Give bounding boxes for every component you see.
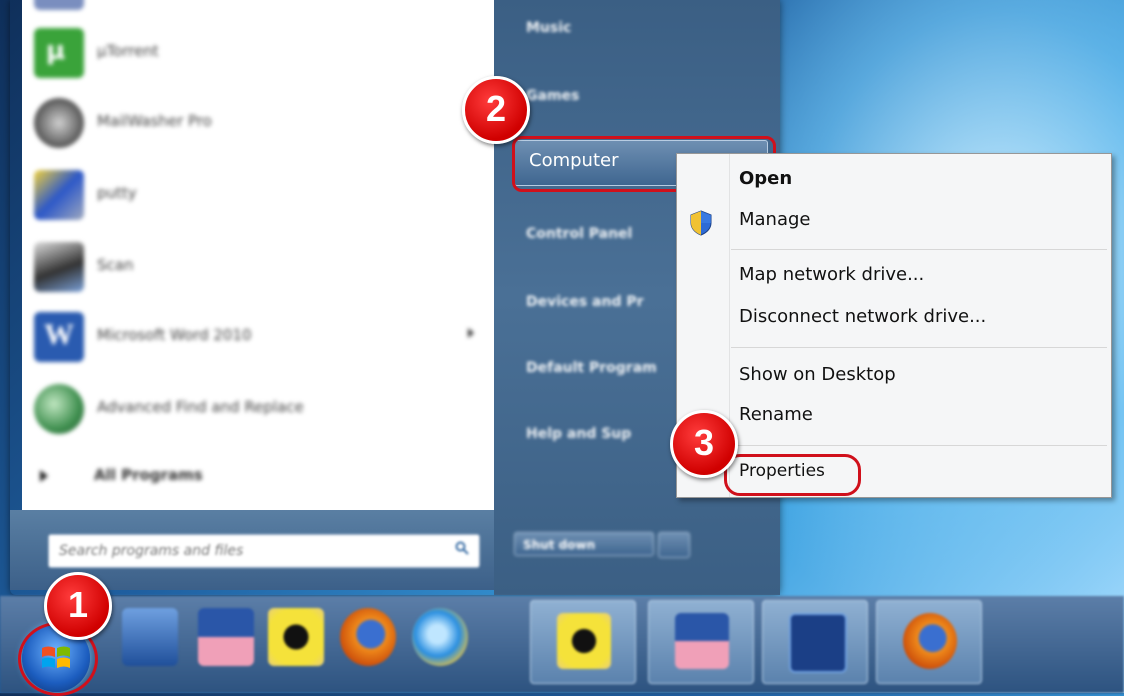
program-item-mailwasher[interactable]: MailWasher Pro [22, 90, 494, 156]
program-item-putty[interactable]: putty [22, 162, 494, 228]
app-icon [34, 0, 84, 10]
context-menu-separator [731, 249, 1107, 250]
utorrent-icon: µ [34, 28, 84, 78]
word-icon: W [34, 312, 84, 362]
floppy-icon [675, 613, 729, 669]
context-menu-disconnect-network-drive[interactable]: Disconnect network drive... [739, 306, 986, 327]
search-box[interactable] [48, 534, 480, 568]
taskbar-button-floppy[interactable] [648, 600, 754, 684]
program-item-utorrent[interactable]: µ µTorrent [22, 20, 494, 86]
taskbar-button-bat[interactable] [530, 600, 636, 684]
context-menu: Open Manage Map network drive... Disconn… [676, 153, 1112, 498]
right-item-music[interactable]: Music [526, 20, 571, 36]
program-label: Microsoft Word 2010 [97, 326, 252, 344]
program-label: Scan [97, 256, 134, 274]
program-label: putty [97, 184, 137, 202]
program-item-partial[interactable] [22, 0, 494, 14]
callout-badge-3: 3 [670, 410, 738, 478]
all-programs-label: All Programs [94, 466, 203, 484]
scan-icon [34, 242, 84, 292]
right-item-devices[interactable]: Devices and Pr [526, 294, 644, 310]
taskbar-bat-icon[interactable] [268, 608, 324, 666]
mailwasher-icon [34, 98, 84, 148]
context-menu-separator [731, 445, 1107, 446]
program-label: µTorrent [97, 42, 159, 60]
taskbar-desktop-icon[interactable] [122, 608, 178, 666]
callout-badge-2: 2 [462, 76, 530, 144]
program-label: MailWasher Pro [97, 112, 212, 130]
context-menu-open[interactable]: Open [739, 168, 792, 189]
program-item-word[interactable]: W Microsoft Word 2010 [22, 304, 494, 370]
taskbar-floppy-icon[interactable] [198, 608, 254, 666]
right-item-default-programs[interactable]: Default Program [526, 360, 657, 376]
shutdown-options-button[interactable] [658, 532, 690, 558]
callout-highlight-properties [724, 454, 861, 496]
context-menu-separator [731, 347, 1107, 348]
callout-badge-1: 1 [44, 572, 112, 640]
context-menu-map-network-drive[interactable]: Map network drive... [739, 264, 924, 285]
submenu-arrow-icon [468, 328, 474, 338]
context-menu-rename[interactable]: Rename [739, 404, 813, 425]
start-menu-programs-pane: µ µTorrent MailWasher Pro putty Scan W M… [22, 0, 495, 518]
firefox-icon [903, 613, 957, 669]
context-menu-manage[interactable]: Manage [739, 209, 811, 230]
magnifier-icon [34, 384, 84, 434]
expand-arrow-icon [40, 470, 48, 482]
program-item-advanced-find[interactable]: Advanced Find and Replace [22, 376, 494, 442]
search-icon [455, 541, 469, 555]
search-input[interactable] [49, 535, 441, 567]
bat-icon [557, 613, 611, 669]
taskbar-button-photoshop[interactable] [762, 600, 868, 684]
taskbar-button-firefox[interactable] [876, 600, 982, 684]
taskbar-firefox-icon[interactable] [340, 608, 396, 666]
right-item-help[interactable]: Help and Sup [526, 426, 631, 442]
photoshop-icon [789, 613, 847, 673]
context-menu-show-on-desktop[interactable]: Show on Desktop [739, 364, 896, 385]
uac-shield-icon [690, 210, 712, 236]
taskbar-ie-icon[interactable] [412, 608, 468, 666]
program-label: Advanced Find and Replace [97, 398, 304, 416]
putty-icon [34, 170, 84, 220]
shutdown-button[interactable]: Shut down [514, 532, 654, 556]
program-item-scan[interactable]: Scan [22, 234, 494, 300]
right-item-games[interactable]: Games [526, 88, 579, 104]
all-programs-button[interactable]: All Programs [22, 452, 494, 502]
shutdown-control[interactable]: Shut down [514, 532, 694, 558]
right-item-control-panel[interactable]: Control Panel [526, 226, 632, 242]
